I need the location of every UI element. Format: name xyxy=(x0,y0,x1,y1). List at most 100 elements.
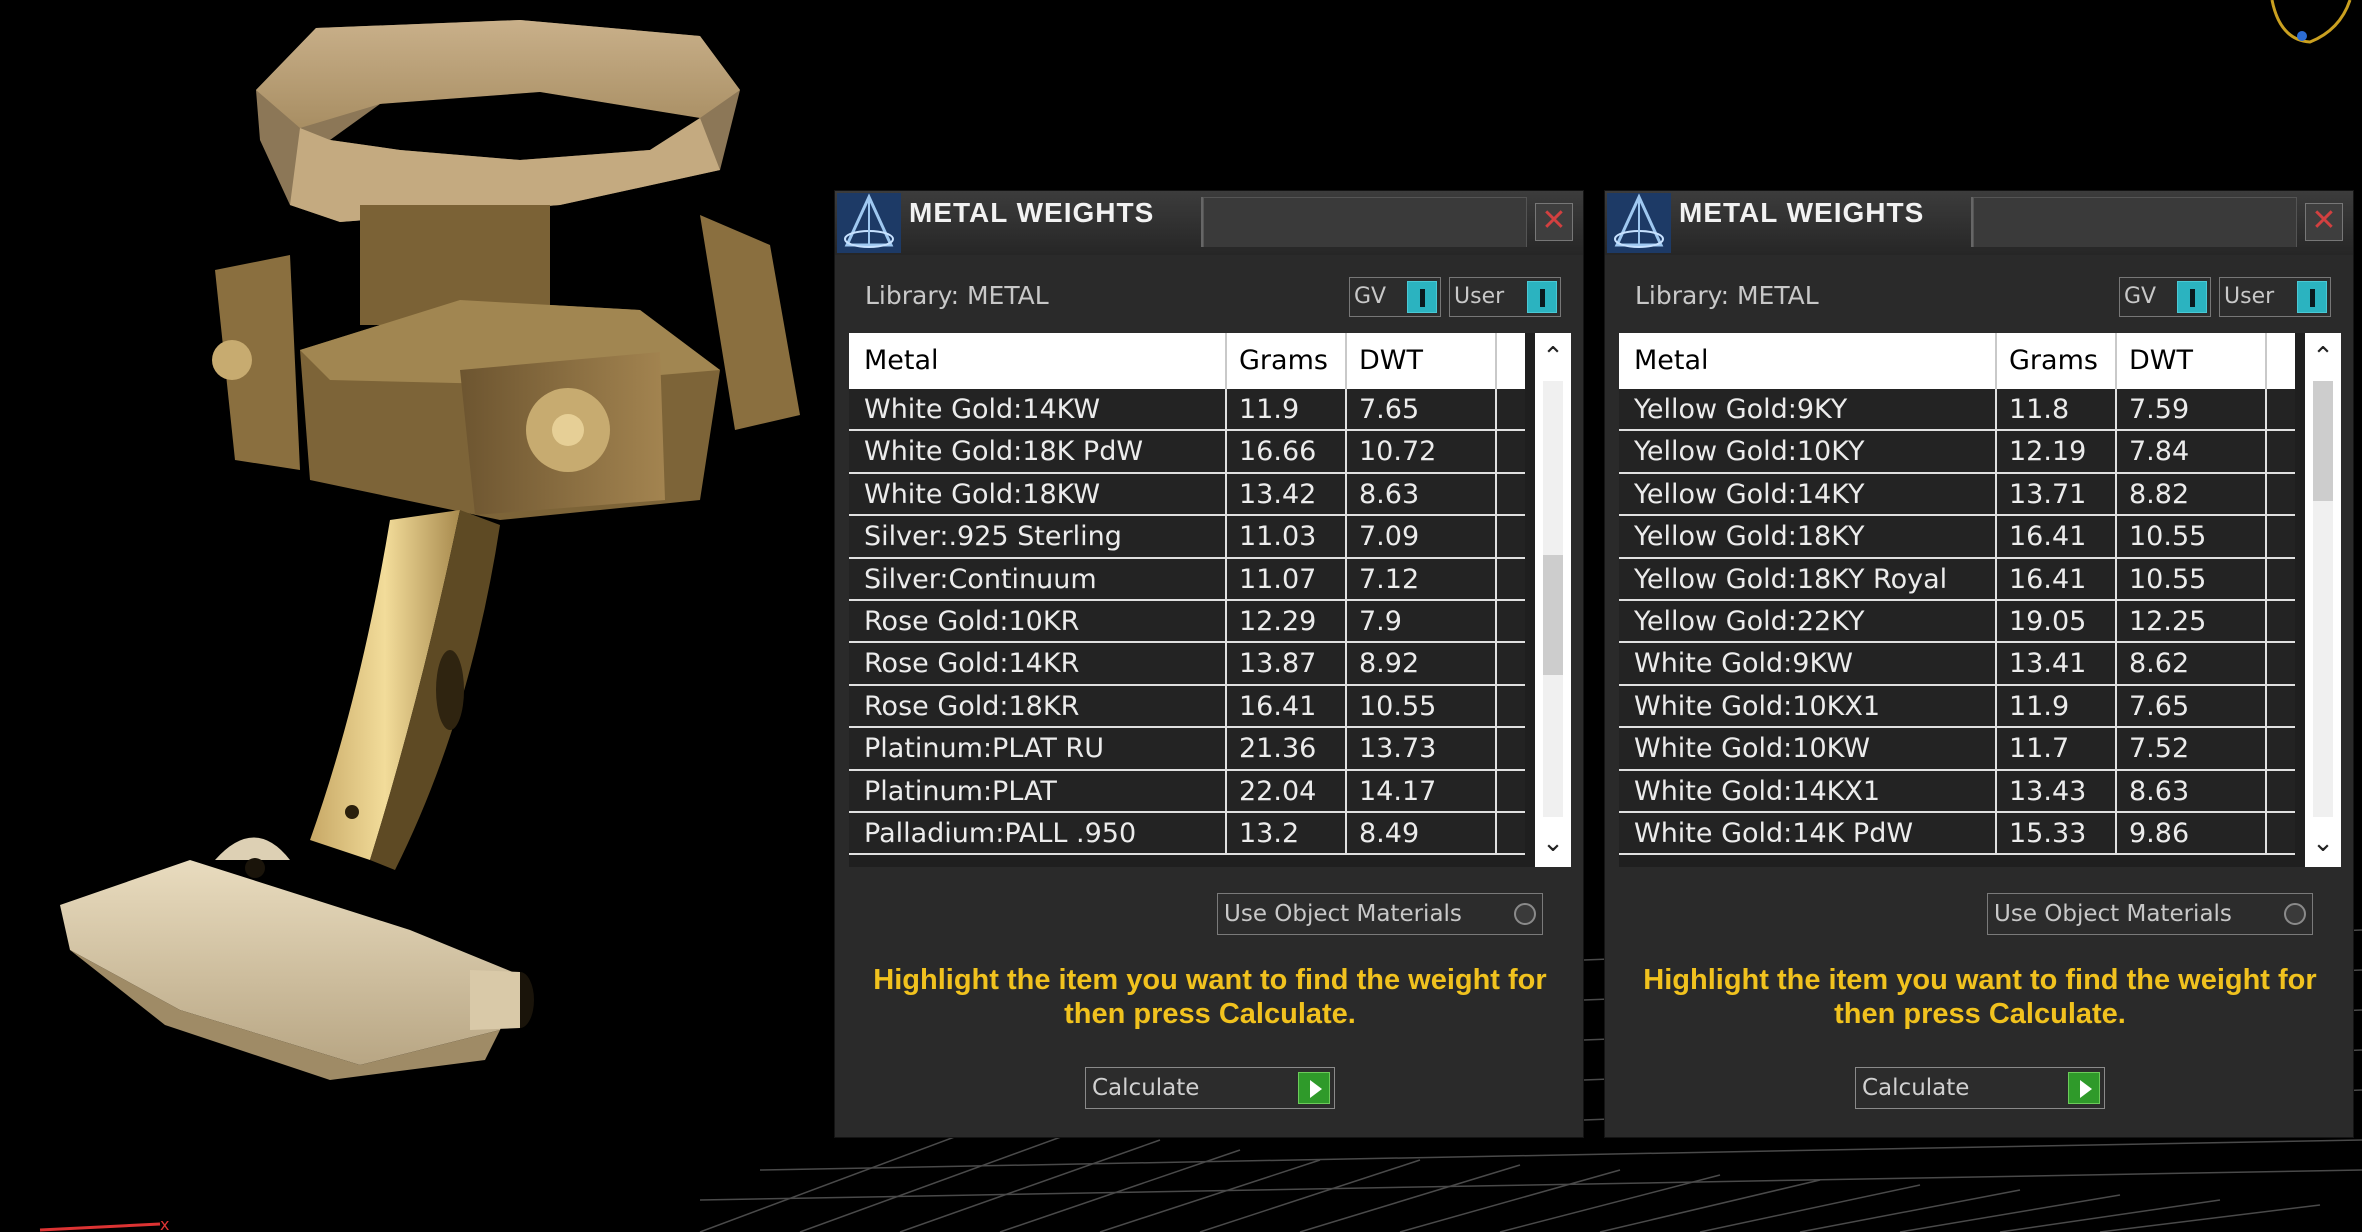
panel-title: METAL WEIGHTS xyxy=(1679,197,1925,228)
cell-metal: White Gold:18KW xyxy=(864,478,1101,510)
cell-dwt: 8.62 xyxy=(2129,648,2190,680)
calculate-button[interactable]: Calculate xyxy=(1855,1067,2105,1109)
cell-grams: 13.71 xyxy=(2009,478,2087,510)
cell-metal: Yellow Gold:22KY xyxy=(1634,605,1865,637)
cell-metal: White Gold:14K PdW xyxy=(1634,817,1914,849)
toggle-switch-icon xyxy=(2177,281,2207,313)
cell-metal: White Gold:9KW xyxy=(1634,648,1853,680)
title-drag-area[interactable] xyxy=(1973,197,2297,247)
vertical-scrollbar[interactable]: ⌃ ⌄ xyxy=(1535,333,1571,867)
cell-metal: Silver:Continuum xyxy=(864,563,1097,595)
use-object-materials-toggle[interactable]: Use Object Materials xyxy=(1987,893,2313,935)
library-label: Library: METAL xyxy=(865,281,1049,310)
table-row[interactable]: White Gold:14KX1 13.43 8.63 xyxy=(1619,770,2295,813)
cell-grams: 11.07 xyxy=(1239,563,1317,595)
cell-metal: Platinum:PLAT RU xyxy=(864,733,1104,765)
cell-grams: 12.19 xyxy=(2009,436,2087,468)
cell-grams: 16.41 xyxy=(2009,563,2087,595)
scroll-thumb[interactable] xyxy=(2313,381,2333,501)
scroll-down-icon[interactable]: ⌄ xyxy=(1535,823,1571,863)
user-toggle-label: User xyxy=(1454,284,1505,309)
cell-metal: Yellow Gold:18KY xyxy=(1634,521,1865,553)
cell-grams: 13.87 xyxy=(1239,648,1317,680)
nav-cube-icon[interactable] xyxy=(2270,0,2352,44)
table-row[interactable]: Yellow Gold:10KY 12.19 7.84 xyxy=(1619,431,2295,474)
metal-table[interactable]: Metal Grams DWT White Gold:14KW 11.9 7.65 W… xyxy=(849,333,1571,867)
radio-icon xyxy=(1514,903,1536,925)
metal-weights-panel-left[interactable]: METAL WEIGHTS ✕ Library: METAL GV User M… xyxy=(834,190,1584,1138)
axis-gizmo-icon: x xyxy=(39,1215,169,1232)
column-header-dwt[interactable]: DWT xyxy=(2129,345,2193,376)
scroll-up-icon[interactable]: ⌃ xyxy=(2305,337,2341,377)
gv-toggle-label: GV xyxy=(2124,284,2157,309)
table-row[interactable]: White Gold:18KW 13.42 8.63 xyxy=(849,473,1525,517)
table-row[interactable]: Yellow Gold:22KY 19.05 12.25 xyxy=(1619,600,2295,644)
gv-toggle-label: GV xyxy=(1354,284,1387,309)
user-toggle[interactable]: User xyxy=(1449,277,1561,317)
title-drag-area[interactable] xyxy=(1203,197,1527,247)
radio-icon xyxy=(2284,903,2306,925)
cell-grams: 11.9 xyxy=(2009,690,2070,722)
user-toggle[interactable]: User xyxy=(2219,277,2331,317)
table-row[interactable]: Yellow Gold:14KY 13.71 8.82 xyxy=(1619,473,2295,517)
toggle-switch-icon xyxy=(1407,281,1437,313)
table-row[interactable]: Rose Gold:14KR 13.87 8.92 xyxy=(849,643,1525,686)
metal-table[interactable]: Metal Grams DWT Yellow Gold:9KY 11.8 7.59 Y… xyxy=(1619,333,2341,867)
cell-grams: 13.2 xyxy=(1239,817,1300,849)
table-row[interactable]: White Gold:10KX1 11.9 7.65 xyxy=(1619,685,2295,729)
close-button[interactable]: ✕ xyxy=(1535,203,1573,241)
table-row[interactable]: White Gold:18K PdW 16.66 10.72 xyxy=(849,431,1525,474)
table-row[interactable]: Silver:Continuum 11.07 7.12 xyxy=(849,558,1525,601)
cell-grams: 11.8 xyxy=(2009,394,2070,425)
table-row[interactable]: Rose Gold:18KR 16.41 10.55 xyxy=(849,685,1525,729)
use-object-materials-toggle[interactable]: Use Object Materials xyxy=(1217,893,1543,935)
table-row[interactable]: Palladium:PALL .950 13.2 8.49 xyxy=(849,812,1525,856)
table-row[interactable]: White Gold:14K PdW 15.33 9.86 xyxy=(1619,812,2295,856)
play-arrow-icon xyxy=(2068,1072,2100,1104)
scroll-thumb[interactable] xyxy=(1543,554,1563,675)
table-row[interactable]: Rose Gold:10KR 12.29 7.9 xyxy=(849,600,1525,644)
instruction-text: Highlight the item you want to find the … xyxy=(873,964,1547,1030)
gv-toggle[interactable]: GV xyxy=(1349,277,1441,317)
cell-dwt: 7.84 xyxy=(2129,436,2190,468)
cell-metal: Rose Gold:10KR xyxy=(864,605,1080,637)
matrix-logo-icon xyxy=(1607,193,1671,253)
column-header-metal[interactable]: Metal xyxy=(864,345,939,376)
close-button[interactable]: ✕ xyxy=(2305,203,2343,241)
cell-grams: 11.03 xyxy=(1239,521,1317,553)
column-header-grams[interactable]: Grams xyxy=(2009,345,2098,376)
cell-grams: 21.36 xyxy=(1239,733,1317,765)
cell-dwt: 8.82 xyxy=(2129,478,2190,510)
panel-titlebar[interactable]: METAL WEIGHTS ✕ xyxy=(835,191,1583,255)
column-header-metal[interactable]: Metal xyxy=(1634,345,1709,376)
table-row[interactable]: Yellow Gold:18KY 16.41 10.55 xyxy=(1619,516,2295,559)
calculate-button[interactable]: Calculate xyxy=(1085,1067,1335,1109)
cell-grams: 12.29 xyxy=(1239,605,1317,637)
metal-weights-panel-right[interactable]: METAL WEIGHTS ✕ Library: METAL GV User M… xyxy=(1604,190,2354,1138)
table-row[interactable]: White Gold:14KW 11.9 7.65 xyxy=(849,389,1525,432)
cell-dwt: 7.65 xyxy=(1359,394,1420,425)
cell-dwt: 7.09 xyxy=(1359,521,1420,553)
scroll-down-icon[interactable]: ⌄ xyxy=(2305,823,2341,863)
table-header: Metal Grams DWT xyxy=(1619,333,2295,389)
table-row[interactable]: White Gold:10KW 11.7 7.52 xyxy=(1619,728,2295,771)
cell-metal: White Gold:14KW xyxy=(864,394,1101,425)
table-row[interactable]: Silver:.925 Sterling 11.03 7.09 xyxy=(849,516,1525,559)
table-row[interactable]: White Gold:9KW 13.41 8.62 xyxy=(1619,643,2295,686)
column-header-grams[interactable]: Grams xyxy=(1239,345,1328,376)
cell-grams: 22.04 xyxy=(1239,775,1317,807)
panel-titlebar[interactable]: METAL WEIGHTS ✕ xyxy=(1605,191,2353,255)
scroll-up-icon[interactable]: ⌃ xyxy=(1535,337,1571,377)
table-row[interactable]: Platinum:PLAT 22.04 14.17 xyxy=(849,770,1525,813)
cell-dwt: 14.17 xyxy=(1359,775,1437,807)
cell-dwt: 8.92 xyxy=(1359,648,1420,680)
cell-dwt: 10.72 xyxy=(1359,436,1437,468)
vertical-scrollbar[interactable]: ⌃ ⌄ xyxy=(2305,333,2341,867)
table-row[interactable]: Platinum:PLAT RU 21.36 13.73 xyxy=(849,728,1525,771)
gv-toggle[interactable]: GV xyxy=(2119,277,2211,317)
table-row[interactable]: Yellow Gold:9KY 11.8 7.59 xyxy=(1619,389,2295,432)
table-row[interactable]: Yellow Gold:18KY Royal 16.41 10.55 xyxy=(1619,558,2295,601)
column-header-dwt[interactable]: DWT xyxy=(1359,345,1423,376)
cell-grams: 16.66 xyxy=(1239,436,1317,468)
cell-dwt: 7.12 xyxy=(1359,563,1420,595)
